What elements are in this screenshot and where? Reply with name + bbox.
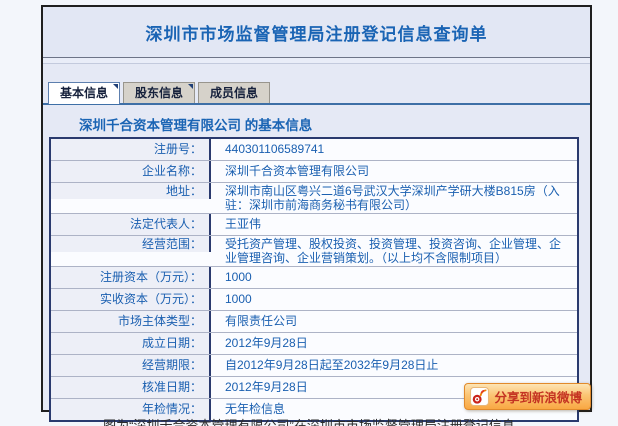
row-label: 法定代表人： bbox=[51, 214, 211, 235]
table-row: 市场主体类型： 有限责任公司 bbox=[51, 311, 577, 333]
tab-label: 股东信息 bbox=[135, 86, 183, 100]
table-row: 经营范围： 受托资产管理、股权投资、投资管理、投资咨询、企业管理、企业管理咨询、… bbox=[51, 236, 577, 267]
row-value: 自2012年9月28日起至2032年9月28日止 bbox=[211, 355, 577, 376]
row-value: 王亚伟 bbox=[211, 214, 577, 235]
row-value: 1000 bbox=[211, 267, 577, 288]
tab-item-2[interactable]: 成员信息 bbox=[198, 82, 270, 103]
query-form-container: 深圳市市场监督管理局注册登记信息查询单 基本信息 股东信息 成员信息 深圳千合资… bbox=[41, 5, 592, 412]
row-label: 企业名称： bbox=[51, 161, 211, 182]
row-value: 受托资产管理、股权投资、投资管理、投资咨询、企业管理、企业管理咨询、企业营销策划… bbox=[211, 236, 577, 266]
table-row: 实收资本（万元）： 1000 bbox=[51, 289, 577, 311]
row-label: 核准日期： bbox=[51, 377, 211, 398]
tab-label: 成员信息 bbox=[210, 86, 258, 100]
row-label: 经营期限： bbox=[51, 355, 211, 376]
tab-item-1[interactable]: 股东信息 bbox=[123, 82, 195, 103]
page-title: 深圳市市场监督管理局注册登记信息查询单 bbox=[146, 20, 488, 45]
row-label: 注册资本（万元）： bbox=[51, 267, 211, 288]
title-divider bbox=[43, 57, 590, 64]
row-value: 有限责任公司 bbox=[211, 311, 577, 332]
row-value: 2012年9月28日 bbox=[211, 333, 577, 354]
table-row: 注册号： 440301106589741 bbox=[51, 139, 577, 161]
table-row: 注册资本（万元）： 1000 bbox=[51, 267, 577, 289]
row-value: 深圳市南山区粤兴二道6号武汉大学深圳产学研大楼B815房（入驻：深圳市前海商务秘… bbox=[211, 183, 577, 213]
tab-bar: 基本信息 股东信息 成员信息 bbox=[43, 82, 590, 105]
tab-item-0[interactable]: 基本信息 bbox=[48, 82, 120, 104]
row-label: 市场主体类型： bbox=[51, 311, 211, 332]
row-label: 注册号： bbox=[51, 139, 211, 160]
tab-label: 基本信息 bbox=[60, 86, 108, 100]
title-bar: 深圳市市场监督管理局注册登记信息查询单 bbox=[43, 7, 590, 57]
table-row: 地址： 深圳市南山区粤兴二道6号武汉大学深圳产学研大楼B815房（入驻：深圳市前… bbox=[51, 183, 577, 214]
page-caption: 图为“深圳千合资本管理有限公司”在深圳市市场监督管理局注册登记信息 bbox=[0, 415, 618, 426]
table-row: 企业名称： 深圳千合资本管理有限公司 bbox=[51, 161, 577, 183]
row-value: 440301106589741 bbox=[211, 139, 577, 160]
row-label: 经营范围： bbox=[51, 236, 211, 252]
tab-corner-mark bbox=[113, 84, 118, 89]
table-row: 经营期限： 自2012年9月28日起至2032年9月28日止 bbox=[51, 355, 577, 377]
table-row: 成立日期： 2012年9月28日 bbox=[51, 333, 577, 355]
section-heading: 深圳千合资本管理有限公司 的基本信息 bbox=[79, 114, 590, 134]
row-label: 实收资本（万元）： bbox=[51, 289, 211, 310]
share-button-label: 分享到新浪微博 bbox=[494, 387, 582, 406]
share-weibo-button[interactable]: 分享到新浪微博 bbox=[464, 383, 591, 410]
row-value: 深圳千合资本管理有限公司 bbox=[211, 161, 577, 182]
tab-corner-mark bbox=[188, 84, 193, 89]
row-label: 地址： bbox=[51, 183, 211, 199]
info-table: 注册号： 440301106589741 企业名称： 深圳千合资本管理有限公司 … bbox=[49, 137, 579, 422]
table-row: 法定代表人： 王亚伟 bbox=[51, 214, 577, 236]
row-value: 1000 bbox=[211, 289, 577, 310]
weibo-icon bbox=[470, 387, 489, 406]
row-label: 成立日期： bbox=[51, 333, 211, 354]
